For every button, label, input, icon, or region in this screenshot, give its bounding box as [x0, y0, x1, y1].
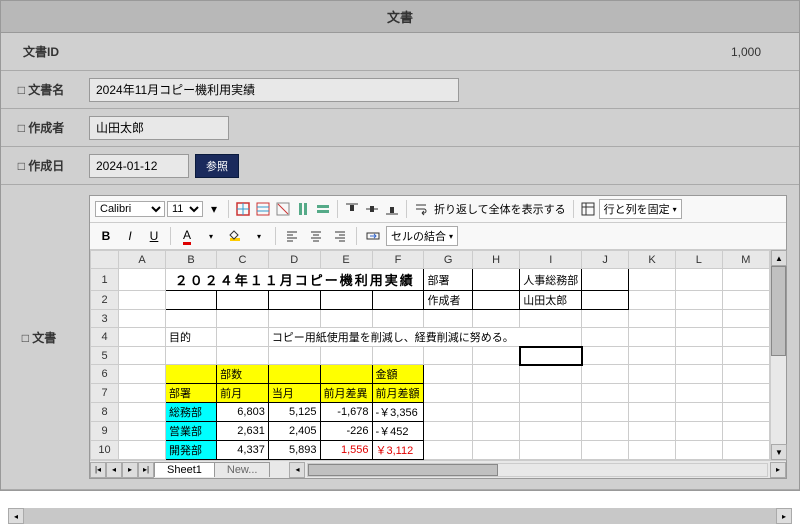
hscroll-right-icon[interactable]: ▸: [770, 462, 786, 478]
tab-last-icon[interactable]: ▸|: [138, 462, 154, 478]
panel-title: 文書: [1, 1, 799, 33]
italic-button[interactable]: I: [119, 227, 141, 245]
tab-sheet1[interactable]: Sheet1: [154, 462, 215, 477]
outer-horizontal-scrollbar[interactable]: ◂ ▸: [8, 508, 792, 524]
merge-icon[interactable]: [362, 227, 384, 245]
col-G[interactable]: G: [424, 251, 472, 269]
align-top-icon[interactable]: [343, 200, 361, 218]
col-A[interactable]: A: [119, 251, 166, 269]
col-E[interactable]: E: [320, 251, 372, 269]
date-label: □ 作成日: [1, 147, 81, 184]
tab-next-icon[interactable]: ▸: [122, 462, 138, 478]
grid[interactable]: A B C D E F G H I J K L M 1: [90, 250, 770, 460]
col-K[interactable]: K: [629, 251, 676, 269]
col-icon[interactable]: [294, 200, 312, 218]
freeze-icon[interactable]: [579, 200, 597, 218]
col-J[interactable]: J: [582, 251, 629, 269]
vertical-scrollbar[interactable]: ▲ ▼: [770, 250, 786, 460]
col-C[interactable]: C: [217, 251, 269, 269]
doc-name-label: □ 文書名: [1, 71, 81, 108]
fill-color-caret[interactable]: ▾: [248, 227, 270, 245]
toolbar-main: Calibri 11 ▾ 折り返して全体を表示する: [90, 196, 786, 223]
sheet-title[interactable]: ２０２４年１１月コピー機利用実績: [166, 269, 423, 290]
row-date: □ 作成日 参照: [1, 147, 799, 185]
freeze-dropdown[interactable]: 行と列を固定▾: [599, 199, 682, 219]
row-icon[interactable]: [314, 200, 332, 218]
align-right-button[interactable]: [329, 227, 351, 245]
col-H[interactable]: H: [472, 251, 519, 269]
font-color-button[interactable]: A: [176, 227, 198, 245]
tab-prev-icon[interactable]: ◂: [106, 462, 122, 478]
document-panel: 文書 文書ID 1,000 □ 文書名 □ 作成者 □ 作成日 参照 □ 文書 …: [0, 0, 800, 491]
doc-id-value: 1,000: [89, 45, 791, 59]
font-select[interactable]: Calibri: [95, 201, 165, 217]
wrap-label[interactable]: 折り返して全体を表示する: [432, 201, 568, 217]
font-color-caret[interactable]: ▾: [200, 227, 222, 245]
spreadsheet: Calibri 11 ▾ 折り返して全体を表示する: [89, 195, 787, 479]
outer-left-icon[interactable]: ◂: [8, 508, 24, 524]
size-select[interactable]: 11: [167, 201, 203, 217]
author-label: □ 作成者: [1, 109, 81, 146]
fill-color-button[interactable]: [224, 227, 246, 245]
author-input[interactable]: [89, 116, 229, 140]
align-left-button[interactable]: [281, 227, 303, 245]
border-icon[interactable]: [234, 200, 252, 218]
outer-right-icon[interactable]: ▸: [776, 508, 792, 524]
horizontal-scrollbar[interactable]: [307, 463, 768, 477]
row-doc-name: □ 文書名: [1, 71, 799, 109]
row-author: □ 作成者: [1, 109, 799, 147]
tab-new[interactable]: New...: [214, 462, 271, 477]
browse-button[interactable]: 参照: [195, 154, 239, 178]
bold-button[interactable]: B: [95, 227, 117, 245]
tab-first-icon[interactable]: |◂: [90, 462, 106, 478]
scroll-down-icon[interactable]: ▼: [771, 444, 787, 460]
doc-body-label: □ 文書: [1, 185, 77, 489]
col-D[interactable]: D: [268, 251, 320, 269]
row-doc-id: 文書ID 1,000: [1, 33, 799, 71]
col-I[interactable]: I: [520, 251, 582, 269]
merge-dropdown[interactable]: セルの結合▾: [386, 226, 458, 246]
sheet-tabbar: |◂ ◂ ▸ ▸| Sheet1 New... ◂ ▸: [90, 460, 786, 478]
wrap-icon[interactable]: [412, 200, 430, 218]
border3-icon[interactable]: [274, 200, 292, 218]
align-bot-icon[interactable]: [383, 200, 401, 218]
doc-name-input[interactable]: [89, 78, 459, 102]
col-B[interactable]: B: [165, 251, 216, 269]
caret-icon[interactable]: ▾: [205, 200, 223, 218]
scroll-up-icon[interactable]: ▲: [771, 250, 787, 266]
col-F[interactable]: F: [372, 251, 424, 269]
underline-button[interactable]: U: [143, 227, 165, 245]
date-input[interactable]: [89, 154, 189, 178]
col-L[interactable]: L: [675, 251, 722, 269]
active-cell[interactable]: [520, 347, 582, 365]
select-all-corner[interactable]: [91, 251, 119, 269]
hscroll-left-icon[interactable]: ◂: [289, 462, 305, 478]
align-center-button[interactable]: [305, 227, 327, 245]
col-M[interactable]: M: [722, 251, 769, 269]
doc-id-label: 文書ID: [1, 33, 81, 70]
toolbar-format: B I U A ▾ ▾ セルの結合▾: [90, 223, 786, 250]
border2-icon[interactable]: [254, 200, 272, 218]
align-mid-icon[interactable]: [363, 200, 381, 218]
row-document: □ 文書 Calibri 11 ▾: [1, 185, 799, 490]
